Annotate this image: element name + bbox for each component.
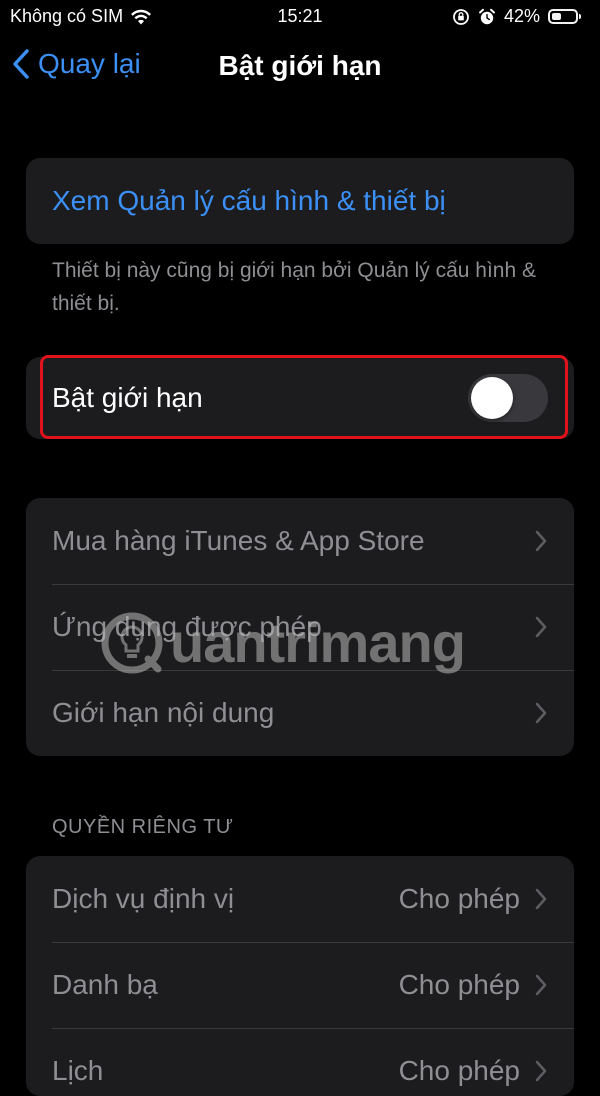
privacy-item-value: Cho phép (398, 1055, 520, 1086)
orientation-lock-icon (453, 8, 469, 25)
page-title: Bật giới hạn (218, 50, 382, 81)
status-bar: Không có SIM 15:21 42% (0, 0, 600, 36)
privacy-item-label: Dịch vụ định vị (52, 883, 235, 914)
privacy-item-value: Cho phép (398, 883, 520, 914)
restrictions-toggle-label: Bật giới hạn (52, 382, 203, 413)
store-item-label: Mua hàng iTunes & App Store (52, 525, 425, 556)
store-item-label: Ứng dụng được phép (52, 611, 322, 642)
chevron-right-icon (535, 702, 547, 724)
chevron-right-icon (535, 530, 547, 552)
privacy-item-location-services[interactable]: Dịch vụ định vị Cho phép (26, 856, 574, 942)
privacy-item-label: Danh bạ (52, 969, 158, 1000)
restrictions-toggle-row: Bật giới hạn (26, 357, 574, 439)
privacy-item-value: Cho phép (398, 969, 520, 1000)
privacy-section-header: QUYỀN RIÊNG TƯ (52, 816, 234, 838)
battery-icon (548, 9, 581, 24)
restrictions-toggle-group: Bật giới hạn (26, 357, 574, 439)
chevron-right-icon (535, 616, 547, 638)
chevron-right-icon (535, 974, 547, 996)
restrictions-toggle-switch[interactable] (468, 374, 548, 422)
view-profile-management-label: Xem Quản lý cấu hình & thiết bị (52, 185, 446, 216)
profile-footnote: Thiết bị này cũng bị giới hạn bởi Quản l… (52, 259, 536, 315)
store-item-itunes-app-store[interactable]: Mua hàng iTunes & App Store (26, 498, 574, 584)
privacy-item-label: Lịch (52, 1055, 104, 1086)
store-item-label: Giới hạn nội dung (52, 697, 275, 728)
view-profile-management-link[interactable]: Xem Quản lý cấu hình & thiết bị (26, 158, 574, 244)
navigation-bar: Quay lại Bật giới hạn (0, 36, 600, 98)
store-item-allowed-apps[interactable]: Ứng dụng được phép (26, 584, 574, 670)
privacy-item-contacts[interactable]: Danh bạ Cho phép (26, 942, 574, 1028)
battery-percent: 42% (503, 6, 540, 26)
battery-fill (552, 13, 562, 20)
chevron-right-icon (535, 888, 547, 910)
alarm-icon (478, 8, 495, 24)
store-item-content-restrictions[interactable]: Giới hạn nội dung (26, 670, 574, 756)
store-settings-group: Mua hàng iTunes & App Store Ứng dụng đượ… (26, 498, 574, 756)
privacy-settings-group: Dịch vụ định vị Cho phép Danh bạ Cho phé… (26, 856, 574, 1096)
profile-management-group: Xem Quản lý cấu hình & thiết bị (26, 158, 574, 244)
privacy-item-calendars[interactable]: Lịch Cho phép (26, 1028, 574, 1096)
chevron-right-icon (535, 1060, 547, 1082)
toggle-knob (471, 377, 513, 419)
